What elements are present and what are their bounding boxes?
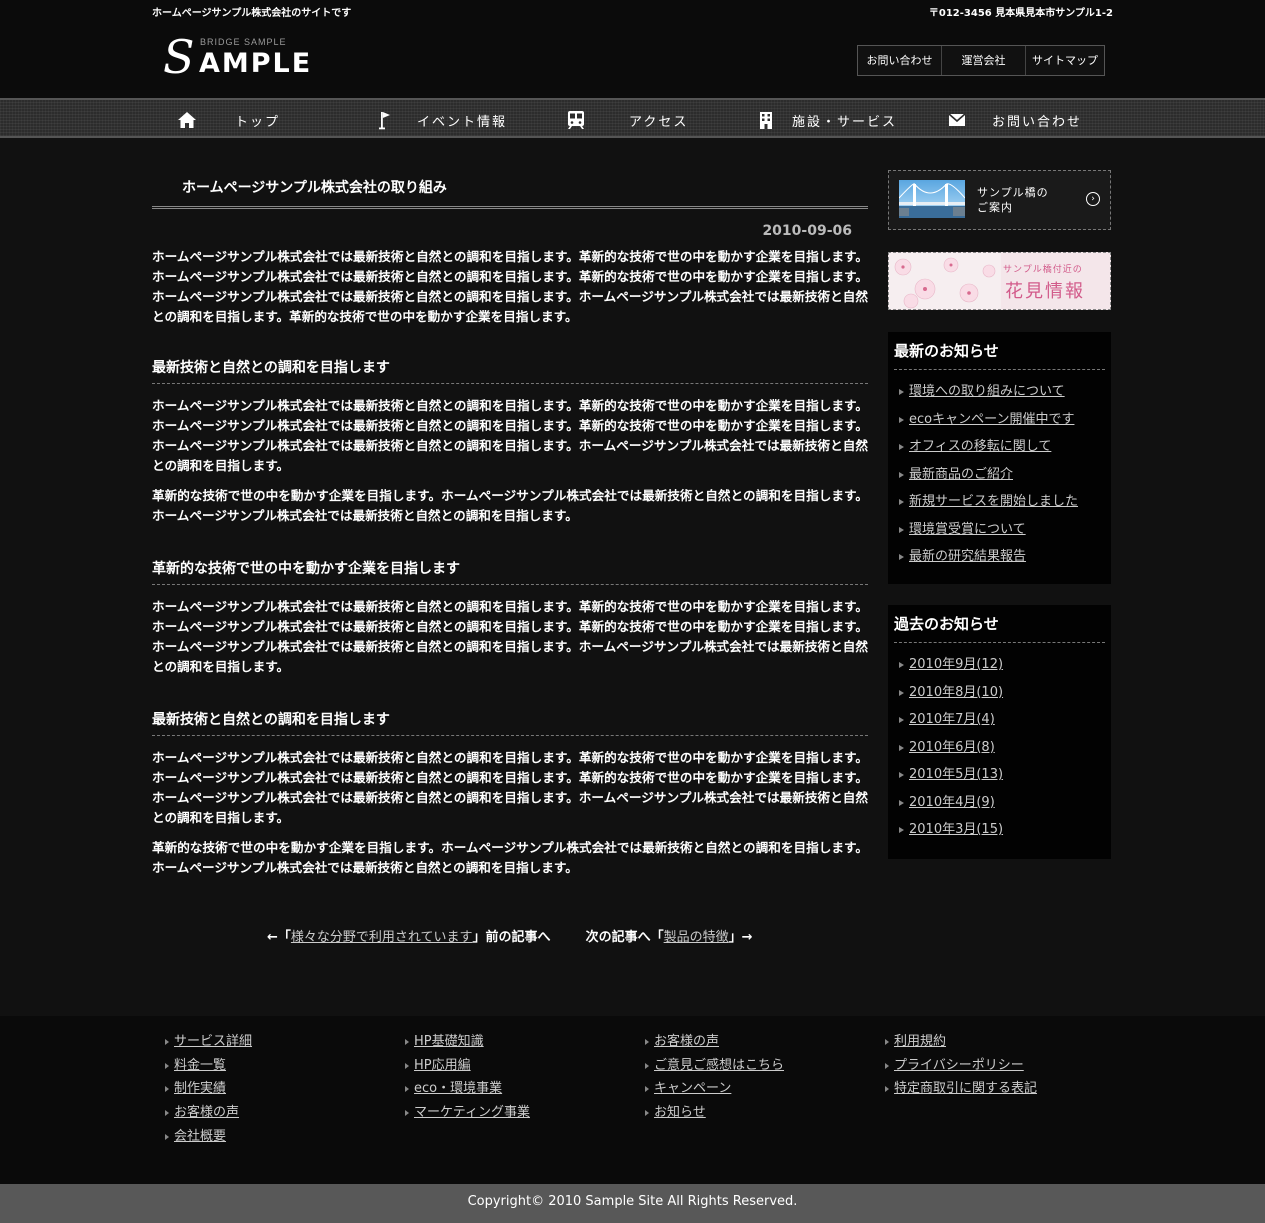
prev-prefix: ←「 — [267, 930, 291, 945]
footer-link[interactable]: 会社概要 — [164, 1125, 252, 1149]
footer-link[interactable]: 制作実績 — [164, 1077, 252, 1101]
nav-item-access[interactable]: アクセス — [565, 108, 688, 132]
footer-link[interactable]: マーケティング事業 — [404, 1101, 530, 1125]
article-pagination: ←「様々な分野で利用されています」前の記事へ 次の記事へ「製品の特徴」→ — [267, 926, 753, 945]
nav-item-events[interactable]: イベント情報 — [374, 108, 507, 132]
list-item[interactable]: 2010年5月(13) — [894, 761, 1105, 789]
list-item[interactable]: 新規サービスを開始しました — [894, 488, 1105, 516]
footer-link[interactable]: eco・環境事業 — [404, 1077, 530, 1101]
utility-nav: お問い合わせ 運営会社 サイトマップ — [857, 45, 1105, 76]
flag-icon — [374, 110, 396, 130]
site-tagline: ホームページサンプル株式会社のサイトです — [152, 8, 352, 19]
footer-link[interactable]: プライバシーポリシー — [884, 1054, 1037, 1078]
footer-link[interactable]: お客様の声 — [164, 1101, 252, 1125]
list-item[interactable]: 2010年4月(9) — [894, 789, 1105, 817]
utility-sitemap-link[interactable]: サイトマップ — [1026, 46, 1104, 75]
utility-contact-link[interactable]: お問い合わせ — [858, 46, 942, 75]
logo-initial: S — [163, 30, 195, 84]
hanami-banner[interactable]: サンプル橋付近の 花見情報 — [888, 252, 1111, 310]
latest-news-box: 最新のお知らせ 環境への取り組みについて ecoキャンペーン開催中です オフィス… — [888, 332, 1111, 584]
list-item[interactable]: 環境賞受賞について — [894, 516, 1105, 544]
mail-icon — [946, 110, 968, 130]
section-paragraph: 革新的な技術で世の中を動かす企業を目指します。ホームページサンプル株式会社では最… — [152, 488, 868, 523]
footer-link[interactable]: サービス詳細 — [164, 1030, 252, 1054]
list-item[interactable]: 2010年3月(15) — [894, 816, 1105, 844]
prev-article-link[interactable]: 様々な分野で利用されています — [291, 930, 473, 945]
list-item[interactable]: 2010年7月(4) — [894, 706, 1105, 734]
sidebar: サンプル橋の ご案内 › サンプル橋付近の 花見情報 最新のお知らせ 環境への取… — [888, 170, 1111, 859]
utility-company-link[interactable]: 運営会社 — [942, 46, 1026, 75]
copyright: Copyright© 2010 Sample Site All Rights R… — [0, 1184, 1265, 1223]
bridge-banner-text: サンプル橋の ご案内 — [977, 185, 1049, 215]
bridge-banner-line2: ご案内 — [977, 201, 1013, 214]
bridge-guide-banner[interactable]: サンプル橋の ご案内 › — [888, 170, 1111, 230]
footer-link[interactable]: HP応用編 — [404, 1054, 530, 1078]
list-item[interactable]: 2010年8月(10) — [894, 679, 1105, 707]
list-item[interactable]: 環境への取り組みについて — [894, 378, 1105, 406]
home-icon — [176, 110, 198, 130]
train-icon — [565, 110, 587, 130]
list-item[interactable]: 最新商品のご紹介 — [894, 461, 1105, 489]
section-paragraph: ホームページサンプル株式会社では最新技術と自然との調和を目指します。革新的な技術… — [152, 750, 868, 825]
section-paragraph: ホームページサンプル株式会社では最新技術と自然との調和を目指します。革新的な技術… — [152, 398, 868, 473]
prev-suffix: 」前の記事へ — [472, 930, 551, 945]
footer-link[interactable]: キャンペーン — [644, 1077, 784, 1101]
page-title: ホームページサンプル株式会社の取り組み — [152, 170, 868, 209]
hanami-banner-title: 花見情報 — [1005, 281, 1085, 302]
next-article-link[interactable]: 製品の特徴 — [664, 930, 729, 945]
building-icon — [755, 110, 777, 130]
site-header: ホームページサンプル株式会社のサイトです 〒012-3456 見本県見本市サンプ… — [0, 0, 1265, 98]
past-news-title: 過去のお知らせ — [894, 613, 1105, 643]
next-suffix: 」→ — [728, 930, 753, 945]
footer-link[interactable]: HP基礎知識 — [404, 1030, 530, 1054]
logo-wordmark: AMPLE — [199, 48, 313, 79]
footer-link[interactable]: 利用規約 — [884, 1030, 1037, 1054]
section-heading: 最新技術と自然との調和を目指します — [152, 709, 868, 736]
global-nav: トップ イベント情報 アクセス 施設・サービス お問い合わせ — [0, 98, 1265, 138]
latest-news-title: 最新のお知らせ — [894, 340, 1105, 370]
list-item[interactable]: オフィスの移転に関して — [894, 433, 1105, 461]
past-news-list: 2010年9月(12) 2010年8月(10) 2010年7月(4) 2010年… — [894, 651, 1105, 844]
nav-label-events: イベント情報 — [417, 114, 508, 130]
bridge-photo — [899, 180, 965, 218]
footer-column: HP基礎知識 HP応用編 eco・環境事業 マーケティング事業 — [404, 1030, 530, 1125]
section-paragraph: ホームページサンプル株式会社では最新技術と自然との調和を目指します。革新的な技術… — [152, 599, 868, 674]
nav-label-access: アクセス — [629, 114, 689, 130]
company-address: 〒012-3456 見本県見本市サンプル1-2 — [928, 8, 1113, 19]
latest-news-list: 環境への取り組みについて ecoキャンペーン開催中です オフィスの移転に関して … — [894, 378, 1105, 571]
section-heading: 革新的な技術で世の中を動かす企業を目指します — [152, 558, 868, 585]
past-news-box: 過去のお知らせ 2010年9月(12) 2010年8月(10) 2010年7月(… — [888, 605, 1111, 859]
footer-link[interactable]: 料金一覧 — [164, 1054, 252, 1078]
nav-label-contact: お問い合わせ — [992, 114, 1083, 130]
footer-link[interactable]: お客様の声 — [644, 1030, 784, 1054]
arrow-right-circle-icon: › — [1086, 192, 1100, 206]
bridge-banner-line1: サンプル橋の — [977, 186, 1049, 199]
footer-link[interactable]: お知らせ — [644, 1101, 784, 1125]
list-item[interactable]: 2010年6月(8) — [894, 734, 1105, 762]
main-content: ホームページサンプル株式会社の取り組み 2010-09-06 ホームページサンプ… — [152, 170, 868, 878]
next-prefix: 次の記事へ「 — [585, 930, 664, 945]
list-item[interactable]: ecoキャンペーン開催中です — [894, 406, 1105, 434]
footer-link[interactable]: ご意見ご感想はこちら — [644, 1054, 784, 1078]
list-item[interactable]: 最新の研究結果報告 — [894, 543, 1105, 571]
nav-item-contact[interactable]: お問い合わせ — [946, 108, 1082, 132]
footer-link[interactable]: 特定商取引に関する表記 — [884, 1077, 1037, 1101]
footer-column: お客様の声 ご意見ご感想はこちら キャンペーン お知らせ — [644, 1030, 784, 1125]
site-logo[interactable]: BRIDGE SAMPLE S AMPLE — [163, 30, 323, 84]
nav-item-top[interactable]: トップ — [176, 108, 280, 132]
site-footer: サービス詳細 料金一覧 制作実績 お客様の声 会社概要 HP基礎知識 HP応用編… — [0, 1016, 1265, 1184]
post-date: 2010-09-06 — [762, 223, 852, 239]
list-item[interactable]: 2010年9月(12) — [894, 651, 1105, 679]
section-heading: 最新技術と自然との調和を目指します — [152, 357, 868, 384]
nav-label-facilities: 施設・サービス — [792, 114, 898, 130]
hanami-banner-subtitle: サンプル橋付近の — [1003, 265, 1083, 275]
nav-label-top: トップ — [235, 114, 281, 130]
section-paragraph: 革新的な技術で世の中を動かす企業を目指します。ホームページサンプル株式会社では最… — [152, 840, 868, 875]
cherry-blossom-image — [889, 253, 1001, 309]
footer-column: 利用規約 プライバシーポリシー 特定商取引に関する表記 — [884, 1030, 1037, 1101]
intro-paragraph: ホームページサンプル株式会社では最新技術と自然との調和を目指します。革新的な技術… — [152, 249, 868, 324]
logo-subtitle: BRIDGE SAMPLE — [200, 37, 287, 47]
nav-item-facilities[interactable]: 施設・サービス — [755, 108, 897, 132]
footer-column: サービス詳細 料金一覧 制作実績 お客様の声 会社概要 — [164, 1030, 252, 1149]
